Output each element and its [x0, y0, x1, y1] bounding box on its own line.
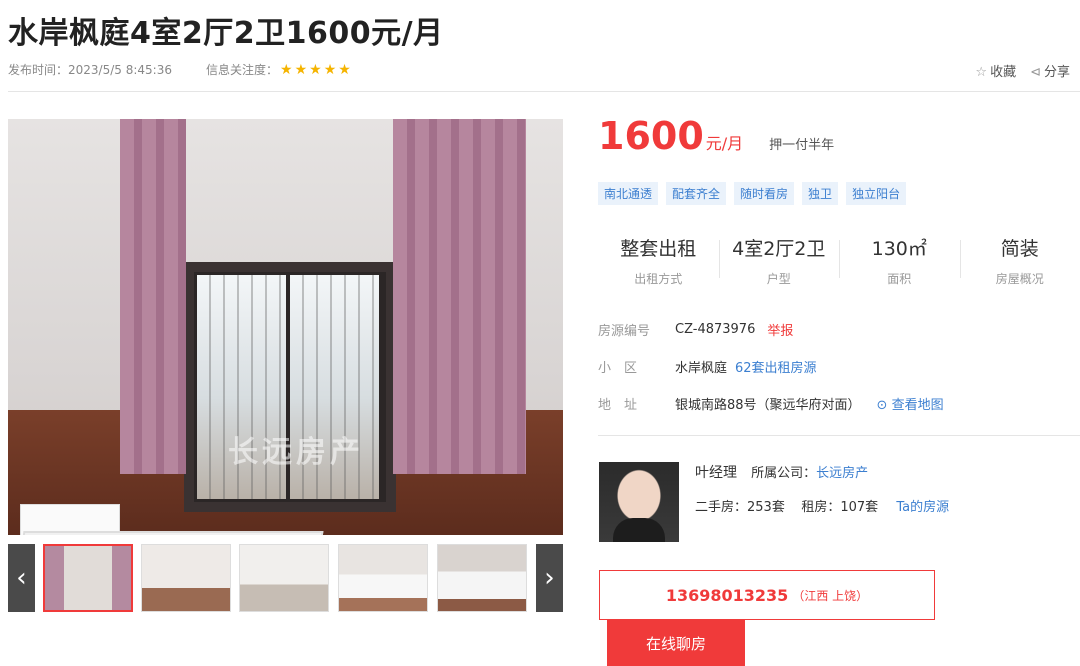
feature-tag: 配套齐全 [666, 182, 727, 205]
agent-info: 叶经理 所属公司：长远房产 二手房：253套 租房：107套 Ta的房源 [695, 462, 949, 515]
agent-listings-link[interactable]: Ta的房源 [896, 500, 949, 515]
star-icon: ★ [294, 61, 308, 78]
view-map-link[interactable]: ⊙ 查看地图 [877, 394, 944, 413]
location-pin-icon: ⊙ [876, 398, 888, 413]
price-value: 1600 [598, 114, 704, 158]
stat-layout: 4室2厅2卫 户型 [718, 234, 840, 288]
company-link[interactable]: 长远房产 [816, 466, 868, 481]
stat-value: 130㎡ [871, 238, 927, 260]
thumbnail[interactable] [437, 544, 527, 612]
feature-tags: 南北通透 配套齐全 随时看房 独卫 独立阳台 [598, 182, 907, 205]
bed-image [8, 531, 324, 535]
stat-value: 4室2厅2卫 [732, 238, 826, 260]
favorite-button[interactable]: ☆ 收藏 [975, 61, 1016, 80]
feature-tag: 南北通透 [598, 182, 659, 205]
stat-condition: 简装 房屋概况 [959, 234, 1080, 288]
chevron-left-icon: ‹ [16, 563, 27, 593]
agent-name: 叶经理 [695, 465, 737, 481]
attention-label: 信息关注度： [205, 63, 278, 77]
photo-watermark: 长远房产 [228, 435, 364, 470]
divider [598, 435, 1080, 436]
publish-time: 2023/5/5 8:45:36 [68, 62, 172, 77]
favorite-label: 收藏 [990, 65, 1017, 80]
stat-rent-type: 整套出租 出租方式 [598, 234, 719, 288]
star-outline-icon: ☆ [975, 65, 988, 80]
feature-tag: 独立阳台 [846, 182, 907, 205]
detail-row-address: 地 址 银城南路88号（聚远华府对面） ⊙ 查看地图 [598, 394, 944, 413]
feature-tag: 随时看房 [734, 182, 795, 205]
stat-value: 整套出租 [620, 238, 697, 260]
agent-avatar[interactable] [599, 462, 679, 542]
payment-method: 押一付半年 [769, 138, 835, 153]
star-icon: ★ [309, 61, 322, 78]
key-stats: 整套出租 出租方式 4室2厅2卫 户型 130㎡ 面积 简装 房屋概况 [598, 234, 1080, 288]
listing-details: 房源编号 CZ-4873976 举报 小 区 水岸枫庭 62套出租房源 地 址 … [598, 320, 944, 431]
thumbnail-strip: ‹ › [8, 544, 563, 612]
next-photo-button[interactable]: › [536, 544, 563, 612]
listing-meta: 发布时间： 2023/5/5 8:45:36 信息关注度： ★ ★ ★ ★ ★ [8, 61, 351, 78]
divider [8, 91, 1080, 92]
page-title: 水岸枫庭4室2厅2卫1600元/月 [8, 16, 444, 51]
stat-label: 面积 [887, 272, 912, 286]
detail-row-code: 房源编号 CZ-4873976 举报 [598, 320, 944, 339]
phone-location: （江西 上饶） [792, 588, 869, 603]
main-photo[interactable]: 长远房产 [8, 119, 563, 535]
view-map-label: 查看地图 [891, 398, 944, 413]
star-icon: ★ [280, 61, 293, 78]
price-unit: 元/月 [705, 134, 744, 153]
detail-label: 小 区 [598, 361, 638, 376]
online-chat-button[interactable]: 在线聊房 [607, 620, 745, 666]
community-listings-link[interactable]: 62套出租房源 [735, 357, 817, 376]
stat-area: 130㎡ 面积 [839, 234, 960, 288]
share-button[interactable]: ⊲ 分享 [1030, 61, 1070, 80]
share-icon: ⊲ [1030, 65, 1041, 80]
company-label: 所属公司： [751, 466, 817, 481]
stat-label: 房屋概况 [995, 272, 1044, 286]
star-icon: ★ [323, 61, 337, 78]
chevron-right-icon: › [544, 563, 555, 593]
listing-actions: ☆ 收藏 ⊲ 分享 [975, 61, 1070, 80]
thumbnail[interactable] [141, 544, 231, 612]
detail-row-community: 小 区 水岸枫庭 62套出租房源 [598, 357, 944, 376]
report-link[interactable]: 举报 [767, 320, 793, 339]
thumbnail[interactable] [239, 544, 329, 612]
phone-number: 13698013235 [665, 585, 789, 605]
detail-label: 房源编号 [598, 324, 651, 339]
publish-label: 发布时间： [8, 63, 69, 77]
agent-second-hand-count: 二手房：253套 [695, 500, 785, 515]
price-row: 1600 元/月 押一付半年 [598, 114, 834, 158]
listing-code: CZ-4873976 [675, 322, 756, 337]
feature-tag: 独卫 [802, 182, 839, 205]
share-label: 分享 [1043, 65, 1070, 80]
attention-rating: ★ ★ ★ ★ ★ [280, 62, 351, 78]
stat-label: 户型 [766, 272, 791, 286]
thumbnail[interactable] [43, 544, 133, 612]
phone-contact[interactable]: 13698013235 （江西 上饶） [599, 570, 935, 620]
star-icon: ★ [338, 61, 351, 78]
stat-label: 出租方式 [634, 272, 683, 286]
prev-photo-button[interactable]: ‹ [8, 544, 35, 612]
community-name: 水岸枫庭 [675, 361, 728, 376]
stat-value: 简装 [1000, 238, 1039, 260]
detail-label: 地 址 [598, 398, 638, 413]
thumbnail[interactable] [338, 544, 428, 612]
window-image [184, 262, 396, 512]
agent-rent-count: 租房：107套 [801, 500, 879, 515]
address-text: 银城南路88号（聚远华府对面） [675, 398, 861, 413]
